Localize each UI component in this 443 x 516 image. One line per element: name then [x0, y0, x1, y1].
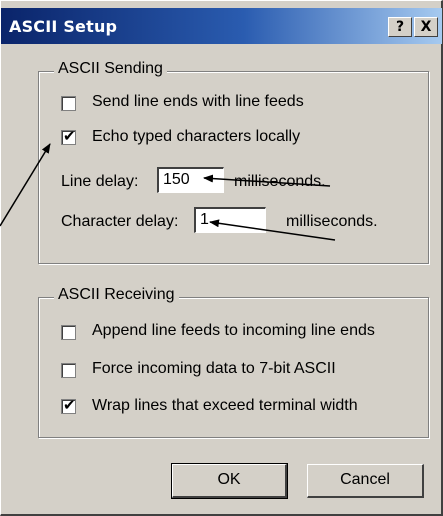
ascii-setup-dialog: ASCII Setup ? X ASCII Sending Send line …	[0, 0, 443, 516]
append-line-feeds-label[interactable]: Append line feeds to incoming line ends	[92, 322, 375, 340]
send-line-ends-checkbox[interactable]	[61, 96, 76, 111]
character-delay-label: Character delay:	[61, 213, 179, 230]
check-mark-icon: ✔	[63, 127, 76, 145]
cancel-button[interactable]: Cancel	[307, 464, 424, 498]
ok-button[interactable]: OK	[171, 463, 288, 499]
line-delay-input[interactable]: 150	[157, 167, 224, 193]
wrap-lines-checkbox[interactable]: ✔	[61, 396, 76, 414]
dialog-title: ASCII Setup	[9, 17, 118, 36]
line-delay-unit: milliseconds.	[234, 173, 326, 190]
ascii-sending-legend: ASCII Sending	[54, 60, 167, 78]
echo-typed-label[interactable]: Echo typed characters locally	[92, 128, 300, 146]
check-mark-icon: ✔	[63, 396, 76, 414]
ascii-receiving-legend: ASCII Receiving	[54, 286, 179, 304]
force-7bit-label[interactable]: Force incoming data to 7-bit ASCII	[92, 360, 336, 378]
send-line-ends-label[interactable]: Send line ends with line feeds	[92, 93, 304, 111]
wrap-lines-label[interactable]: Wrap lines that exceed terminal width	[92, 397, 358, 415]
character-delay-unit: milliseconds.	[286, 213, 378, 230]
line-delay-label: Line delay:	[61, 173, 139, 190]
character-delay-input[interactable]: 1	[194, 207, 266, 233]
title-bar[interactable]: ASCII Setup ? X	[1, 8, 442, 44]
append-line-feeds-checkbox[interactable]	[61, 325, 76, 340]
help-button[interactable]: ?	[388, 17, 412, 37]
force-7bit-checkbox[interactable]	[61, 363, 76, 378]
close-button[interactable]: X	[414, 17, 438, 37]
echo-typed-checkbox[interactable]: ✔	[61, 127, 76, 145]
